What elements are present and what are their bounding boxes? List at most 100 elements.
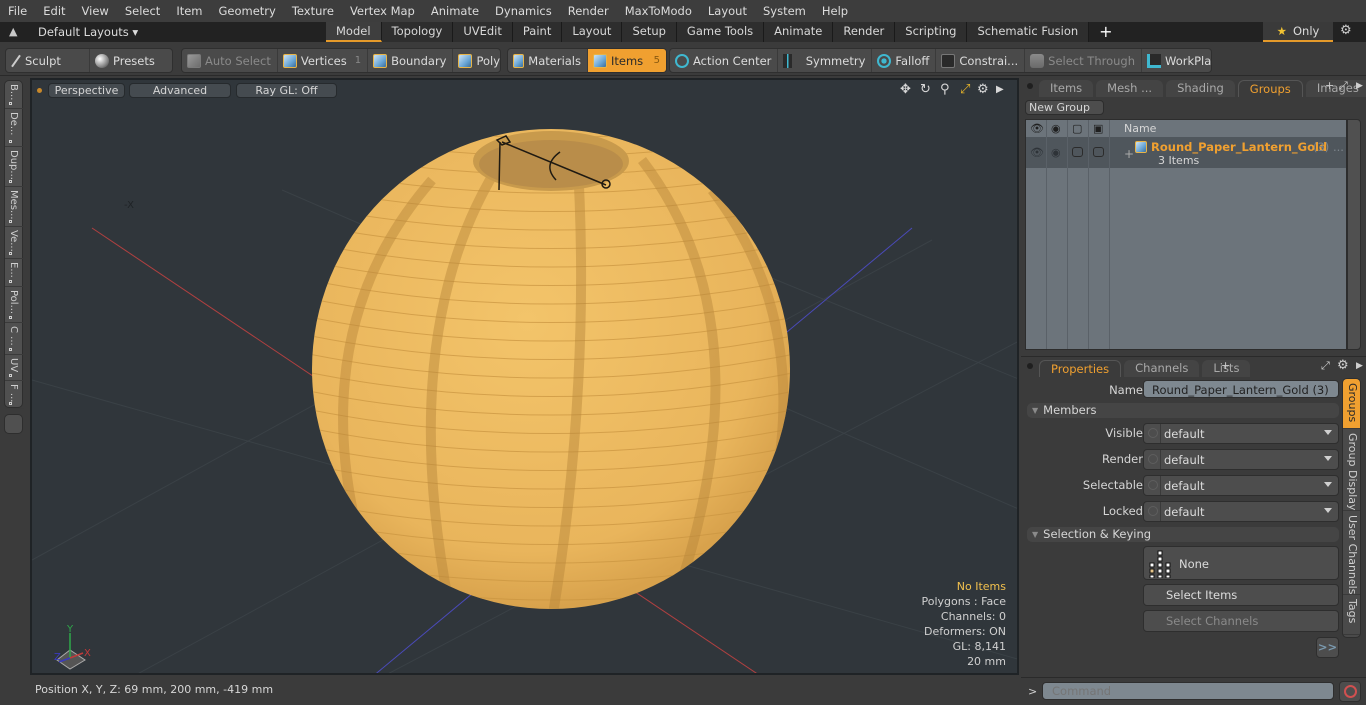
visible-dropdown[interactable]: default — [1143, 423, 1339, 444]
layout-tab-model[interactable]: Model — [326, 22, 382, 42]
visibility-icon[interactable]: 👁 — [1030, 122, 1044, 135]
menu-item-system[interactable]: System — [755, 4, 814, 18]
panel-expand-icon[interactable]: ▶ — [1356, 81, 1363, 91]
layout-tab-layout[interactable]: Layout — [562, 22, 623, 42]
select-channels-button[interactable]: Select Channels — [1143, 610, 1339, 632]
presets-button[interactable]: Presets — [90, 49, 161, 72]
layout-tab-render[interactable]: Render — [833, 22, 896, 42]
row-lock-checkbox[interactable] — [1072, 147, 1083, 157]
menu-item-layout[interactable]: Layout — [700, 4, 755, 18]
locked-dropdown[interactable]: default — [1143, 501, 1339, 522]
default-layouts-dropdown[interactable]: Default Layouts ▾ — [38, 25, 138, 39]
maximize-properties-icon[interactable]: ⤢ — [1321, 359, 1330, 373]
layout-tab-animate[interactable]: Animate — [764, 22, 834, 42]
group-row[interactable]: 👁 ◉ + Round_Paper_Lantern_Gold (3) ... 3… — [1026, 137, 1346, 168]
row-render-icon[interactable]: ◉ — [1051, 146, 1061, 159]
menu-item-texture[interactable]: Texture — [284, 4, 342, 18]
channel-dot-icon[interactable] — [1148, 454, 1158, 464]
layout-tab-game-tools[interactable]: Game Tools — [676, 22, 765, 42]
menu-item-select[interactable]: Select — [117, 4, 168, 18]
auto-select-button[interactable]: Auto Select — [182, 49, 278, 72]
shading-button[interactable]: Advanced — [129, 83, 231, 98]
scene-tab-mesh[interactable]: Mesh ... — [1096, 80, 1164, 97]
layout-tab-paint[interactable]: Paint — [512, 22, 563, 42]
left-tab-4[interactable]: Ve... — [5, 227, 24, 259]
scene-tab-groups[interactable]: Groups — [1237, 80, 1303, 97]
falloff-button[interactable]: Falloff — [872, 49, 937, 72]
group-list-scrollbar[interactable] — [1347, 119, 1361, 350]
menu-item-view[interactable]: View — [74, 4, 117, 18]
menu-item-edit[interactable]: Edit — [35, 4, 73, 18]
menu-item-geometry[interactable]: Geometry — [211, 4, 284, 18]
channel-dot-icon[interactable] — [1148, 480, 1158, 490]
vertices-button[interactable]: Vertices 1 — [278, 49, 369, 72]
selection-keying-section[interactable]: ▼ Selection & Keying — [1027, 527, 1339, 542]
add-tab-icon[interactable]: + — [1325, 79, 1334, 92]
none-keying-button[interactable]: None — [1143, 546, 1339, 580]
channel-dot-icon[interactable] — [1148, 428, 1158, 438]
collapse-arrow-icon[interactable]: ▲ — [9, 25, 17, 38]
boundary-button[interactable]: Boundary — [368, 49, 454, 72]
raygl-button[interactable]: Ray GL: Off — [236, 83, 337, 98]
maximize-view-icon[interactable]: ⤢ — [960, 82, 970, 97]
record-macro-button[interactable] — [1339, 681, 1361, 702]
menu-item-help[interactable]: Help — [814, 4, 856, 18]
left-tab-6[interactable]: Pol... — [5, 287, 24, 323]
layout-tab-scripting[interactable]: Scripting — [895, 22, 968, 42]
action-center-button[interactable]: Action Center — [670, 49, 779, 72]
menu-item-vertex-map[interactable]: Vertex Map — [342, 4, 423, 18]
zoom-view-icon[interactable]: ⚲ — [940, 82, 950, 97]
render-icon[interactable]: ◉ — [1051, 122, 1061, 135]
viewport-menu-dot[interactable] — [37, 88, 42, 93]
row-visibility-icon[interactable]: 👁 — [1030, 146, 1044, 159]
side-tab-group-display[interactable]: Group Display — [1343, 429, 1360, 511]
new-group-button[interactable]: New Group — [1025, 100, 1104, 115]
view-type-button[interactable]: Perspective — [48, 83, 125, 98]
channel-dot-icon[interactable] — [1148, 506, 1158, 516]
expand-group-icon[interactable]: + — [1124, 147, 1134, 161]
more-button[interactable]: >> — [1316, 637, 1339, 658]
layout-tab-schematic-fusion[interactable]: Schematic Fusion — [967, 22, 1090, 42]
name-field[interactable]: Round_Paper_Lantern_Gold (3) — [1143, 380, 1339, 398]
menu-item-maxtomodo[interactable]: MaxToModo — [617, 4, 700, 18]
polygons-button[interactable]: Polygons — [453, 49, 500, 72]
left-mini-tab[interactable] — [4, 414, 23, 434]
members-section[interactable]: ▼ Members — [1027, 403, 1339, 418]
select-through-button[interactable]: Select Through — [1025, 49, 1142, 72]
viewport-expand-icon[interactable]: ▶ — [996, 84, 1004, 95]
sculpt-button[interactable]: Sculpt — [6, 49, 90, 72]
properties-tab-channels[interactable]: Channels — [1124, 360, 1200, 377]
select-items-button[interactable]: Select Items — [1143, 584, 1339, 606]
side-tab-tags[interactable]: Tags — [1343, 595, 1360, 635]
symmetry-button[interactable]: Symmetry — [778, 49, 873, 72]
name-column-header[interactable]: Name — [1124, 122, 1156, 135]
menu-item-item[interactable]: Item — [168, 4, 210, 18]
select-cube-icon[interactable]: ▣ — [1093, 122, 1103, 135]
properties-gear-icon[interactable]: ⚙ — [1337, 358, 1349, 373]
left-tab-5[interactable]: E... — [5, 259, 24, 287]
workplane-button[interactable]: WorkPlane — [1142, 49, 1211, 72]
menu-item-animate[interactable]: Animate — [423, 4, 487, 18]
items-button[interactable]: Items 5 — [588, 49, 666, 72]
scene-tab-shading[interactable]: Shading — [1166, 80, 1235, 97]
maximize-panel-icon[interactable]: ⤢ — [1339, 79, 1348, 93]
side-tab-groups[interactable]: Groups — [1343, 379, 1360, 429]
move-view-icon[interactable]: ✥ — [900, 82, 911, 97]
constraints-button[interactable]: Constrai... — [936, 49, 1026, 72]
only-button[interactable]: ★ Only — [1263, 22, 1333, 42]
left-tab-1[interactable]: De... — [5, 109, 24, 147]
menu-item-dynamics[interactable]: Dynamics — [487, 4, 560, 18]
properties-expand-icon[interactable]: ▶ — [1356, 361, 1363, 371]
scene-tab-items[interactable]: Items — [1039, 80, 1094, 97]
row-select-checkbox[interactable] — [1093, 147, 1104, 157]
selectable-dropdown[interactable]: default — [1143, 475, 1339, 496]
materials-button[interactable]: Materials — [508, 49, 588, 72]
side-tab-user-channels[interactable]: User Channels — [1343, 511, 1360, 595]
add-layout-tab-button[interactable]: + — [1089, 22, 1122, 42]
render-dropdown[interactable]: default — [1143, 449, 1339, 470]
add-properties-tab-icon[interactable]: + — [1221, 359, 1230, 372]
lock-cube-icon[interactable]: ▢ — [1072, 122, 1082, 135]
gear-icon[interactable]: ⚙ — [1340, 23, 1352, 38]
left-tab-3[interactable]: Mes... — [5, 187, 24, 227]
rotate-view-icon[interactable]: ↻ — [920, 82, 931, 97]
